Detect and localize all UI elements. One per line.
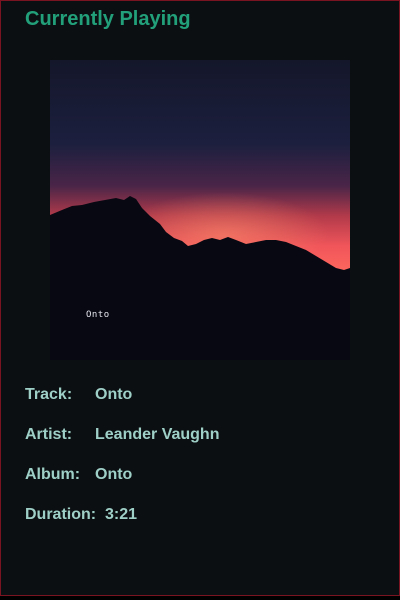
album-label: Album: xyxy=(25,466,81,483)
duration-row: Duration: 3:21 xyxy=(25,505,137,525)
cover-caption: Onto xyxy=(86,310,110,320)
artist-value: Leander Vaughn xyxy=(95,426,220,443)
artist-label: Artist: xyxy=(25,426,73,443)
duration-label: Duration: xyxy=(25,506,97,523)
album-row: Album: Onto xyxy=(25,465,132,485)
artist-row: Artist: Leander Vaughn xyxy=(25,425,219,445)
player-window: Currently Playing Onto Track: Onto Artis… xyxy=(0,0,400,596)
duration-value: 3:21 xyxy=(105,506,138,523)
track-value: Onto xyxy=(95,386,133,403)
track-label: Track: xyxy=(25,386,73,403)
album-cover: Onto xyxy=(50,60,350,360)
page-title: Currently Playing xyxy=(25,8,191,30)
track-row: Track: Onto xyxy=(25,385,132,405)
album-value: Onto xyxy=(95,466,133,483)
